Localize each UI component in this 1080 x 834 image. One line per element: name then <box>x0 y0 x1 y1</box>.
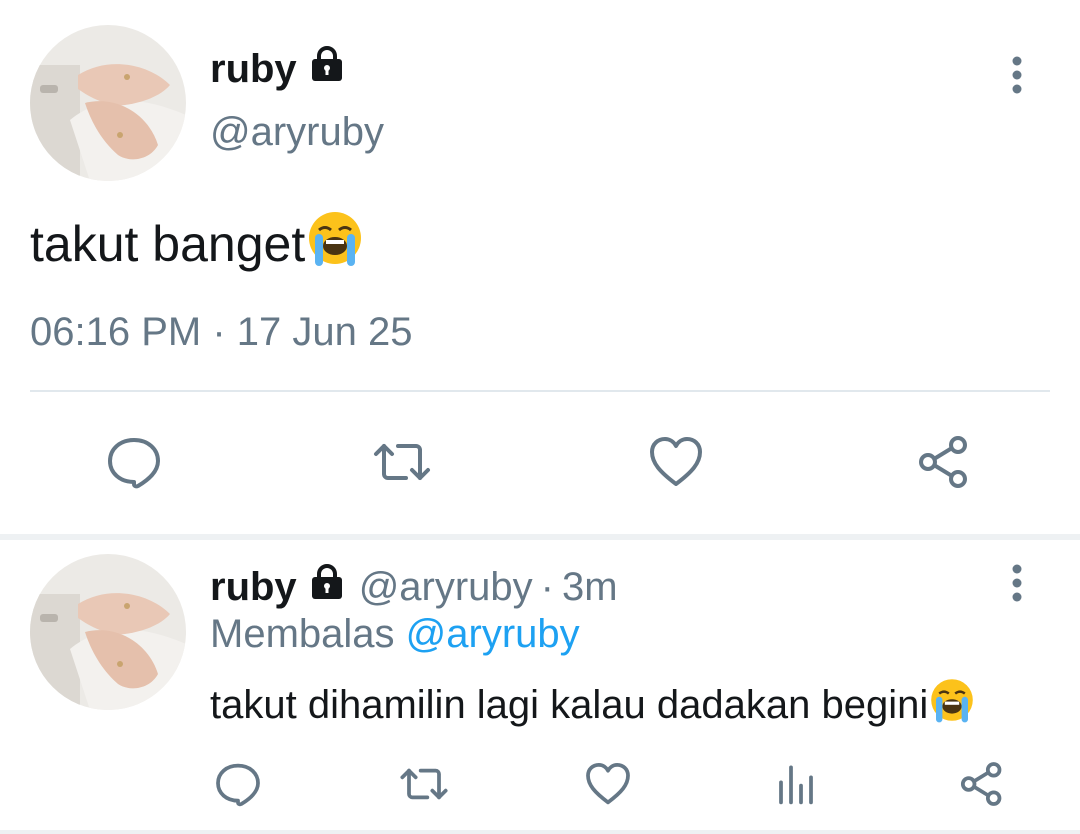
avatar[interactable] <box>30 25 186 181</box>
like-button[interactable] <box>644 430 708 494</box>
divider <box>0 830 1080 834</box>
divider <box>30 390 1050 392</box>
section-divider <box>0 534 1080 540</box>
user-handle[interactable]: @aryruby <box>359 565 533 610</box>
reply-button[interactable] <box>102 430 166 494</box>
stats-button[interactable] <box>768 756 824 812</box>
replying-prefix: Membalas <box>210 612 395 656</box>
user-handle[interactable]: @aryruby <box>210 110 384 155</box>
share-icon <box>919 436 967 488</box>
loudly-crying-face-icon <box>928 676 976 734</box>
reply-button[interactable] <box>210 756 266 812</box>
tweet-text-content: takut dihamilin lagi kalau dadakan begin… <box>210 682 929 727</box>
tweet-detail-screen: ruby @aryruby takut banget 06:16 PM · 17… <box>0 0 1080 834</box>
retweet-button[interactable] <box>370 430 434 494</box>
main-tweet: ruby @aryruby takut banget 06:16 PM · 17… <box>0 0 1080 534</box>
separator: · <box>540 564 554 609</box>
like-button[interactable] <box>580 756 636 812</box>
time-ago: 3m <box>562 564 618 609</box>
reply-icon <box>216 763 260 807</box>
mention-link[interactable]: @aryruby <box>406 612 580 656</box>
tweet-timestamp: 06:16 PM · 17 Jun 25 <box>30 310 413 354</box>
share-button[interactable] <box>912 430 976 494</box>
share-icon <box>960 762 1002 806</box>
tweet-text: takut dihamilin lagi kalau dadakan begin… <box>210 676 976 734</box>
retweet-icon <box>400 768 448 800</box>
display-name[interactable]: ruby <box>210 44 347 94</box>
reply-header: ruby @aryruby · 3m <box>210 562 618 612</box>
lock-icon <box>307 562 347 612</box>
avatar[interactable] <box>30 554 186 710</box>
heart-icon <box>650 437 702 486</box>
retweet-button[interactable] <box>396 756 452 812</box>
stats-icon <box>779 765 813 805</box>
heart-icon <box>586 762 630 805</box>
replying-to: Membalas @aryruby <box>210 612 580 657</box>
retweet-icon <box>374 444 430 480</box>
lock-icon <box>307 44 347 94</box>
share-button[interactable] <box>954 756 1010 812</box>
loudly-crying-face-icon <box>305 208 365 280</box>
display-name[interactable]: ruby <box>210 565 297 610</box>
tweet-text: takut banget <box>30 208 365 280</box>
more-options-icon[interactable] <box>1004 55 1030 95</box>
display-name-text: ruby <box>210 46 297 91</box>
reply-icon <box>108 438 160 489</box>
tweet-text-content: takut banget <box>30 216 306 272</box>
more-options-icon[interactable] <box>1004 563 1030 603</box>
